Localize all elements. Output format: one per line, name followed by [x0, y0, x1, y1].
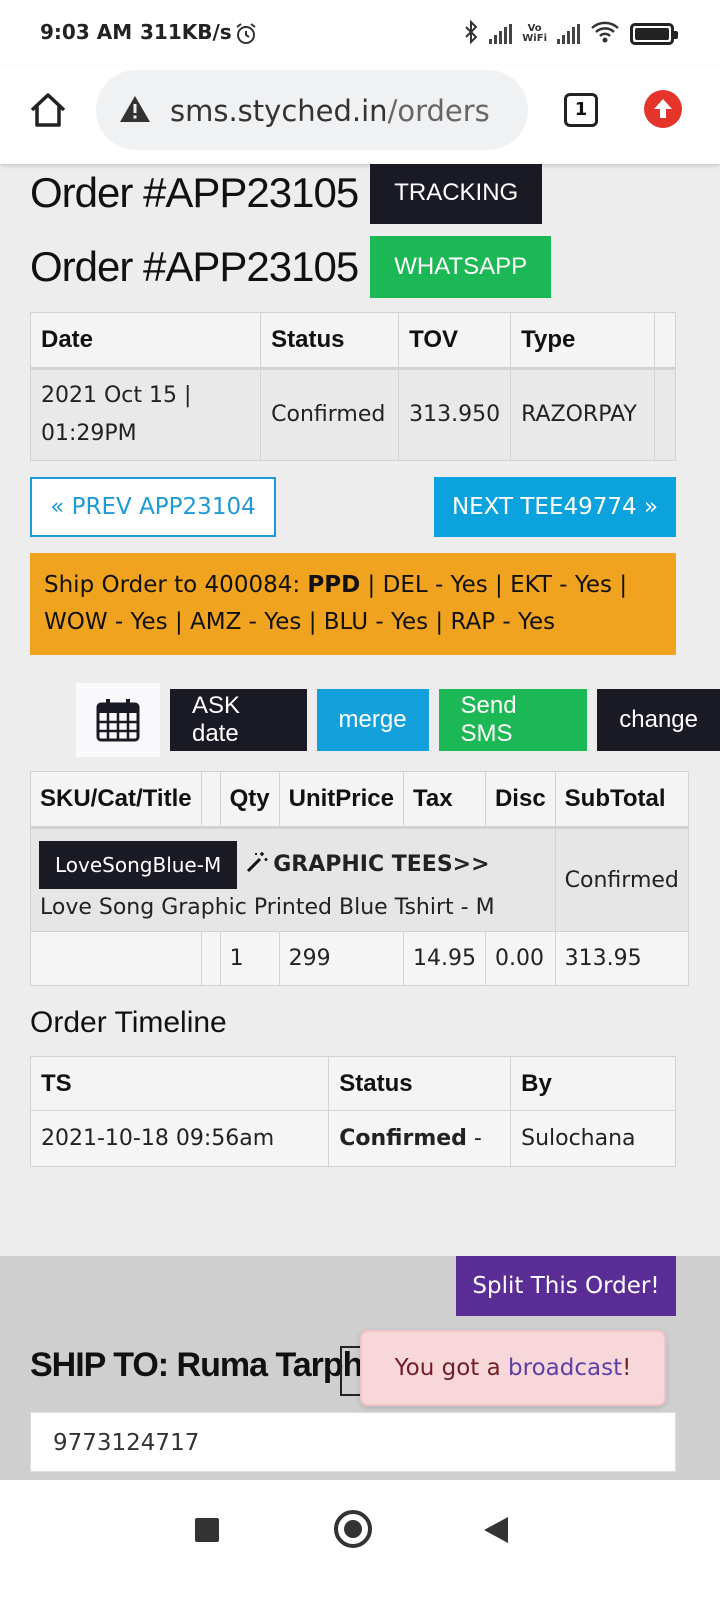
system-nav-bar: [0, 1480, 720, 1600]
item-unitprice: 299: [278, 931, 404, 986]
col-status: Status: [260, 312, 400, 370]
timeline-by: Sulochana: [510, 1110, 676, 1167]
item-title: Love Song Graphic Printed Blue Tshirt - …: [40, 894, 495, 920]
order-items-table: SKU/Cat/Title Qty UnitPrice Tax Disc Sub…: [30, 771, 689, 986]
prev-order-button[interactable]: « PREV APP23104: [30, 477, 276, 537]
item-category[interactable]: GRAPHIC TEES>>: [273, 852, 489, 877]
merge-button[interactable]: merge: [316, 689, 429, 751]
warning-icon[interactable]: [118, 94, 152, 128]
sku-badge[interactable]: LoveSongBlue-M: [39, 840, 238, 889]
tab-switcher-button[interactable]: 1: [564, 93, 598, 127]
status-icons: Vo WiFi: [463, 19, 678, 48]
item-status: Confirmed: [554, 827, 689, 932]
recents-icon[interactable]: [195, 1518, 219, 1542]
phone-field[interactable]: 9773124717: [30, 1412, 676, 1472]
alarm-icon: [234, 22, 258, 50]
order-type: RAZORPAY: [510, 368, 655, 461]
signal-icon: [489, 24, 513, 44]
col-date: Date: [29, 312, 262, 370]
url-text[interactable]: sms.styched.in/orders: [170, 94, 490, 128]
broadcast-toast[interactable]: You got a broadcast!: [360, 1330, 666, 1406]
col-disc: Disc: [484, 771, 556, 829]
order-header-whatsapp: Order #APP23105 WHATSAPP: [30, 236, 552, 298]
item-qty: 1: [219, 931, 280, 986]
update-icon[interactable]: [644, 90, 682, 128]
home-button-icon[interactable]: [334, 1510, 372, 1548]
timeline-title: Order Timeline: [30, 1006, 227, 1039]
item-title-cell: LoveSongBlue-M GRAPHIC TEES>> Love Song …: [30, 827, 556, 932]
wifi-icon: [590, 20, 620, 48]
col-extra: [653, 312, 677, 370]
order-title-2: Order #APP23105: [30, 243, 359, 290]
home-icon[interactable]: [28, 90, 68, 134]
order-status: Confirmed: [260, 368, 400, 461]
ship-order-alert: Ship Order to 400084: PPD | DEL - Yes | …: [30, 553, 676, 655]
order-tov: 313.950: [398, 368, 512, 461]
ask-date-button[interactable]: ASK date: [169, 689, 307, 751]
col-blank: [200, 771, 221, 829]
item-disc: 0.00: [484, 931, 556, 986]
col-tl-status: Status: [328, 1056, 512, 1111]
broadcast-link[interactable]: broadcast: [508, 1355, 622, 1381]
send-sms-button[interactable]: Send SMS: [438, 689, 588, 751]
status-network-speed: 311KB/s: [140, 20, 232, 44]
browser-toolbar: sms.styched.in/orders 1: [0, 66, 720, 164]
back-icon[interactable]: [484, 1517, 508, 1543]
ship-to-heading: SHIP TO: Ruma Tarphe: [30, 1346, 381, 1384]
vowifi-label: Vo WiFi: [522, 23, 547, 44]
col-by: By: [510, 1056, 676, 1111]
col-unitprice: UnitPrice: [278, 771, 404, 829]
item-empty: [30, 931, 202, 986]
battery-icon: [630, 23, 678, 45]
col-tov: TOV: [398, 312, 512, 370]
item-empty-2: [200, 931, 221, 986]
status-time: 9:03 AM: [40, 20, 133, 44]
order-date: 2021 Oct 15 | 01:29PM: [29, 368, 262, 461]
col-type: Type: [510, 312, 655, 370]
table-row: LoveSongBlue-M GRAPHIC TEES>> Love Song …: [30, 827, 689, 932]
timeline-table: TS Status By 2021-10-18 09:56am Confirme…: [29, 1056, 676, 1167]
bluetooth-icon: [463, 19, 479, 48]
table-row: 2021-10-18 09:56am Confirmed - Sulochana: [29, 1110, 676, 1167]
calendar-icon[interactable]: [76, 683, 160, 757]
signal-icon-2: [557, 24, 580, 44]
whatsapp-button[interactable]: WHATSAPP: [370, 236, 552, 298]
order-title: Order #APP23105: [30, 169, 359, 216]
next-order-button[interactable]: NEXT TEE49774 »: [434, 477, 676, 537]
magic-wand-icon: [245, 850, 269, 880]
col-subtotal: SubTotal: [554, 771, 689, 829]
status-bar: 9:03 AM 311KB/s Vo WiFi: [0, 0, 720, 66]
table-row: 1 299 14.95 0.00 313.95: [30, 931, 689, 986]
col-sku: SKU/Cat/Title: [30, 771, 202, 829]
col-ts: TS: [29, 1056, 330, 1111]
timeline-status: Confirmed -: [328, 1110, 512, 1167]
change-button[interactable]: change: [597, 689, 720, 751]
address-bar[interactable]: sms.styched.in/orders: [96, 70, 528, 150]
shipping-section: Split This Order! SHIP TO: Ruma Tarphe 9…: [0, 1256, 720, 1480]
page-content: Order #APP23105 TRACKING Order #APP23105…: [0, 164, 720, 1280]
split-order-button[interactable]: Split This Order!: [456, 1256, 676, 1316]
item-tax: 14.95: [402, 931, 486, 986]
order-header-tracking: Order #APP23105 TRACKING: [30, 164, 543, 224]
col-qty: Qty: [219, 771, 280, 829]
item-subtotal: 313.95: [554, 931, 689, 986]
order-extra: [653, 368, 677, 461]
timeline-ts: 2021-10-18 09:56am: [29, 1110, 330, 1167]
col-tax: Tax: [402, 771, 486, 829]
action-buttons: ASK date merge Send SMS change: [76, 683, 720, 757]
order-info-table: Date Status TOV Type 2021 Oct 15 | 01:29P…: [29, 312, 677, 461]
tracking-button[interactable]: TRACKING: [370, 164, 543, 224]
